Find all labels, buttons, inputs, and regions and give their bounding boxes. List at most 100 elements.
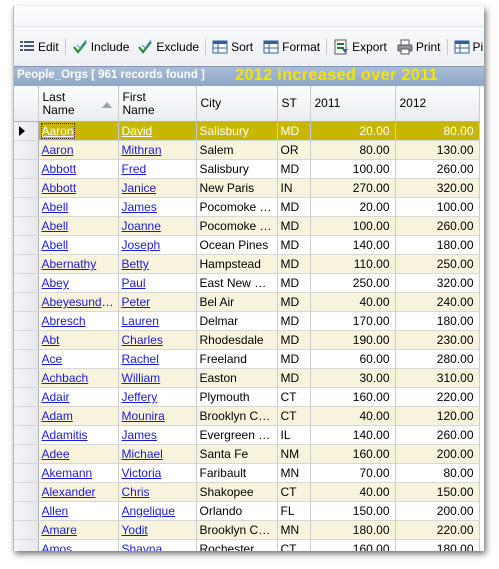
cell-2012-value[interactable]: 200.00 <box>395 501 480 521</box>
cell-last-name[interactable]: Abell <box>38 235 119 255</box>
cell-first-name[interactable]: Rachel <box>118 349 197 369</box>
cell-state[interactable]: FL <box>277 501 311 521</box>
cell-last-name[interactable]: Abresch <box>38 311 119 331</box>
cell-state[interactable]: CT <box>277 387 311 407</box>
table-row[interactable]: Abell Joseph Ocean Pines MD 140.00 180.00 <box>14 235 480 255</box>
cell-2012-value[interactable]: 180.00 <box>395 311 480 331</box>
table-row[interactable]: Aaron Mithran Salem OR 80.00 130.00 <box>14 140 480 160</box>
cell-2012-value[interactable]: 220.00 <box>395 520 480 540</box>
cell-city[interactable]: Ocean Pines <box>196 235 278 255</box>
table-row[interactable]: Akemann Victoria Faribault MN 70.00 80.00 <box>14 463 480 483</box>
cell-first-name-link[interactable]: Mithran <box>122 143 162 157</box>
cell-last-name[interactable]: Achbach <box>38 368 119 388</box>
cell-2011-value[interactable]: 100.00 <box>310 159 396 179</box>
cell-last-name-link[interactable]: Akemann <box>42 466 93 480</box>
cell-first-name[interactable]: Mithran <box>118 140 197 160</box>
cell-last-name[interactable]: Allen <box>38 501 119 521</box>
cell-city[interactable]: Pocomoke City <box>196 216 278 236</box>
cell-first-name[interactable]: Charles <box>118 330 197 350</box>
cell-2012-value[interactable]: 180.00 <box>395 235 480 255</box>
cell-city[interactable]: Rochester <box>196 539 278 551</box>
cell-state[interactable]: MD <box>277 292 311 312</box>
cell-last-name-link[interactable]: Amare <box>42 523 77 537</box>
cell-city[interactable]: Bel Air <box>196 292 278 312</box>
cell-last-name[interactable]: Abbott <box>38 178 119 198</box>
table-row[interactable]: Amos Shayna Rochester CT 160.00 180.00 <box>14 539 480 551</box>
cell-last-name-link[interactable]: Allen <box>42 504 69 518</box>
row-indicator[interactable] <box>14 292 39 312</box>
edit-button[interactable]: Edit <box>17 37 61 57</box>
cell-state[interactable]: IL <box>277 425 311 445</box>
cell-state[interactable]: NM <box>277 444 311 464</box>
cell-first-name-link[interactable]: Joanne <box>122 219 161 233</box>
cell-city[interactable]: Delmar <box>196 311 278 331</box>
column-header-state[interactable]: ST <box>277 86 311 122</box>
cell-first-name[interactable]: Jeffery <box>118 387 197 407</box>
cell-2011-value[interactable]: 190.00 <box>310 330 396 350</box>
cell-last-name[interactable]: Aaron <box>38 140 119 160</box>
cell-last-name-link[interactable]: Abbott <box>42 181 77 195</box>
cell-first-name[interactable]: David <box>118 121 197 141</box>
cell-state[interactable]: MN <box>277 520 311 540</box>
cell-last-name-link[interactable]: Amos <box>42 542 73 551</box>
cell-2011-value[interactable]: 60.00 <box>310 349 396 369</box>
cell-2011-value[interactable]: 30.00 <box>310 368 396 388</box>
cell-2011-value[interactable]: 80.00 <box>310 140 396 160</box>
table-row[interactable]: Alexander Chris Shakopee CT 40.00 150.00 <box>14 482 480 502</box>
table-row[interactable]: Allen Angelique Orlando FL 150.00 200.00 <box>14 501 480 521</box>
cell-2011-value[interactable]: 160.00 <box>310 387 396 407</box>
cell-first-name-link[interactable]: Lauren <box>122 314 159 328</box>
cell-2011-value[interactable]: 140.00 <box>310 425 396 445</box>
cell-last-name-link[interactable]: Abell <box>42 219 69 233</box>
cell-first-name[interactable]: James <box>118 425 197 445</box>
cell-2012-value[interactable]: 180.00 <box>395 539 480 551</box>
column-header-2011[interactable]: 2011 <box>310 86 396 122</box>
column-header-first-name[interactable]: First Name <box>118 86 197 122</box>
cell-state[interactable]: MD <box>277 216 311 236</box>
cell-first-name[interactable]: Joseph <box>118 235 197 255</box>
cell-last-name[interactable]: Abeyesundere <box>38 292 119 312</box>
cell-2012-value[interactable]: 100.00 <box>395 197 480 217</box>
cell-first-name[interactable]: Janice <box>118 178 197 198</box>
cell-first-name[interactable]: Yodit <box>118 520 197 540</box>
cell-first-name-link[interactable]: James <box>122 428 157 442</box>
table-row[interactable]: Aaron David Salisbury MD 20.00 80.00 <box>14 121 480 141</box>
cell-city[interactable]: Hampstead <box>196 254 278 274</box>
cell-last-name[interactable]: Alexander <box>38 482 119 502</box>
cell-2011-value[interactable]: 100.00 <box>310 216 396 236</box>
table-row[interactable]: Abbott Janice New Paris IN 270.00 320.00 <box>14 178 480 198</box>
cell-city[interactable]: Rhodesdale <box>196 330 278 350</box>
cell-state[interactable]: MD <box>277 349 311 369</box>
cell-city[interactable]: Faribault <box>196 463 278 483</box>
cell-2012-value[interactable]: 150.00 <box>395 482 480 502</box>
cell-first-name-link[interactable]: Paul <box>122 276 146 290</box>
cell-last-name[interactable]: Amos <box>38 539 119 551</box>
table-row[interactable]: Adair Jeffery Plymouth CT 160.00 220.00 <box>14 387 480 407</box>
row-indicator[interactable] <box>14 463 39 483</box>
cell-2011-value[interactable]: 20.00 <box>310 197 396 217</box>
cell-state[interactable]: MD <box>277 273 311 293</box>
cell-state[interactable]: MD <box>277 330 311 350</box>
row-indicator[interactable] <box>14 235 39 255</box>
row-indicator[interactable] <box>14 368 39 388</box>
cell-first-name[interactable]: Mounira <box>118 406 197 426</box>
cell-2011-value[interactable]: 40.00 <box>310 482 396 502</box>
cell-city[interactable]: Evergreen P... <box>196 425 278 445</box>
cell-last-name-link[interactable]: Abernathy <box>42 257 97 271</box>
table-row[interactable]: Abresch Lauren Delmar MD 170.00 180.00 <box>14 311 480 331</box>
table-row[interactable]: Abernathy Betty Hampstead MD 110.00 250.00 <box>14 254 480 274</box>
cell-state[interactable]: CT <box>277 406 311 426</box>
cell-last-name[interactable]: Adam <box>38 406 119 426</box>
cell-2011-value[interactable]: 110.00 <box>310 254 396 274</box>
cell-city[interactable]: Salem <box>196 140 278 160</box>
exclude-button[interactable]: Exclude <box>135 37 201 57</box>
cell-2011-value[interactable]: 180.00 <box>310 520 396 540</box>
include-button[interactable]: Include <box>70 37 132 57</box>
cell-state[interactable]: OR <box>277 140 311 160</box>
cell-first-name-link[interactable]: Peter <box>122 295 151 309</box>
row-indicator[interactable] <box>14 178 39 198</box>
cell-last-name-link[interactable]: Aaron <box>42 143 74 157</box>
cell-last-name[interactable]: Adee <box>38 444 119 464</box>
cell-last-name[interactable]: Ace <box>38 349 119 369</box>
data-grid[interactable]: Last Name First Name City ST 2011 2012 A… <box>14 86 484 551</box>
